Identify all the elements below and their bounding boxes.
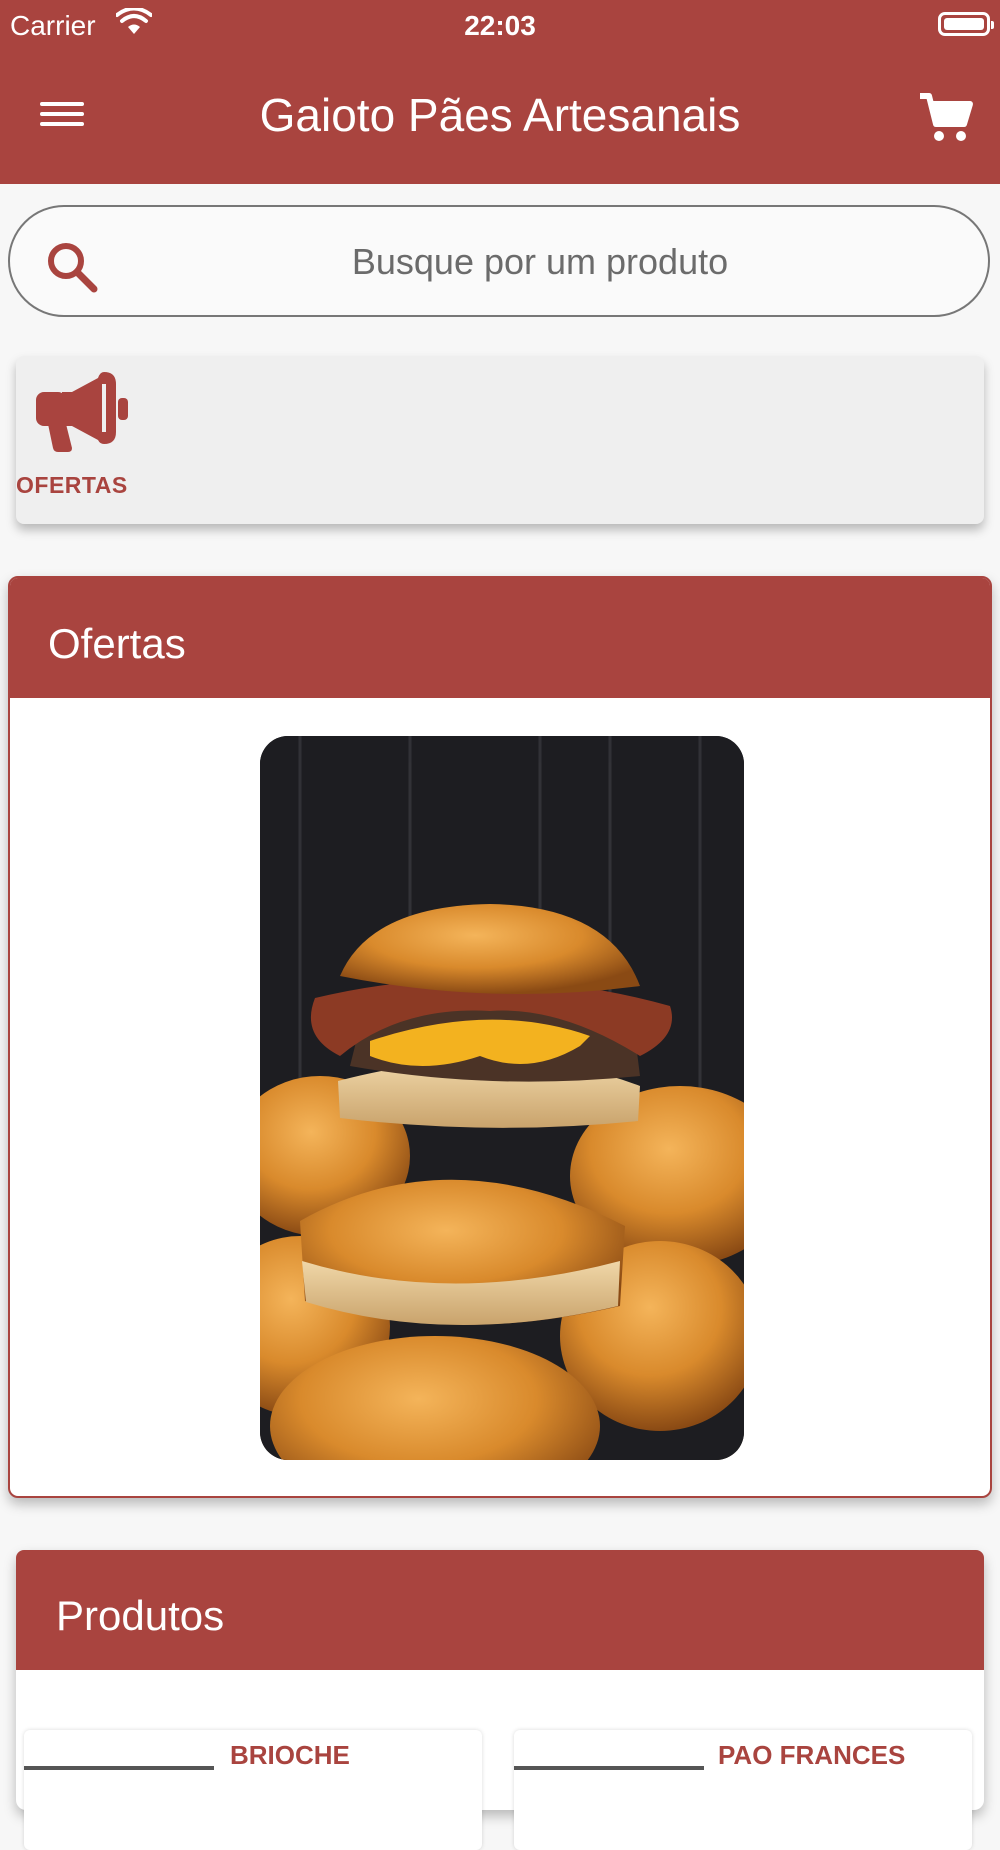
page-title: Gaioto Pães Artesanais bbox=[259, 89, 741, 141]
burger-image bbox=[260, 736, 744, 1460]
cart-icon[interactable] bbox=[916, 88, 976, 148]
status-bar: Carrier 22:03 bbox=[0, 6, 1000, 46]
battery-icon bbox=[938, 12, 994, 36]
product-thumbnail bbox=[24, 1766, 214, 1770]
ofertas-header: Ofertas bbox=[10, 578, 990, 698]
category-bar: OFERTAS bbox=[16, 356, 984, 524]
produtos-header: Produtos bbox=[16, 1550, 984, 1670]
section-title: Ofertas bbox=[48, 620, 186, 667]
produtos-section: Produtos BRIOCHE PAO FRANCES bbox=[16, 1550, 984, 1850]
app-bar: Carrier 22:03 Gaioto Pães Artesanais bbox=[0, 0, 1000, 184]
megaphone-icon bbox=[36, 372, 128, 452]
category-ofertas[interactable]: OFERTAS bbox=[16, 356, 156, 524]
clock: 22:03 bbox=[464, 10, 536, 41]
search-input[interactable] bbox=[120, 227, 960, 297]
product-card-pao-frances[interactable]: PAO FRANCES bbox=[514, 1730, 972, 1850]
search-bar[interactable] bbox=[8, 205, 990, 317]
ofertas-section: Ofertas bbox=[8, 576, 992, 1498]
section-title: Produtos bbox=[56, 1592, 225, 1639]
product-card-brioche[interactable]: BRIOCHE bbox=[24, 1730, 482, 1850]
product-name: PAO FRANCES bbox=[718, 1740, 906, 1770]
category-label: OFERTAS bbox=[16, 472, 128, 498]
product-thumbnail bbox=[514, 1766, 704, 1770]
search-icon bbox=[48, 243, 98, 293]
offer-image[interactable] bbox=[260, 736, 744, 1460]
product-name: BRIOCHE bbox=[230, 1740, 350, 1770]
